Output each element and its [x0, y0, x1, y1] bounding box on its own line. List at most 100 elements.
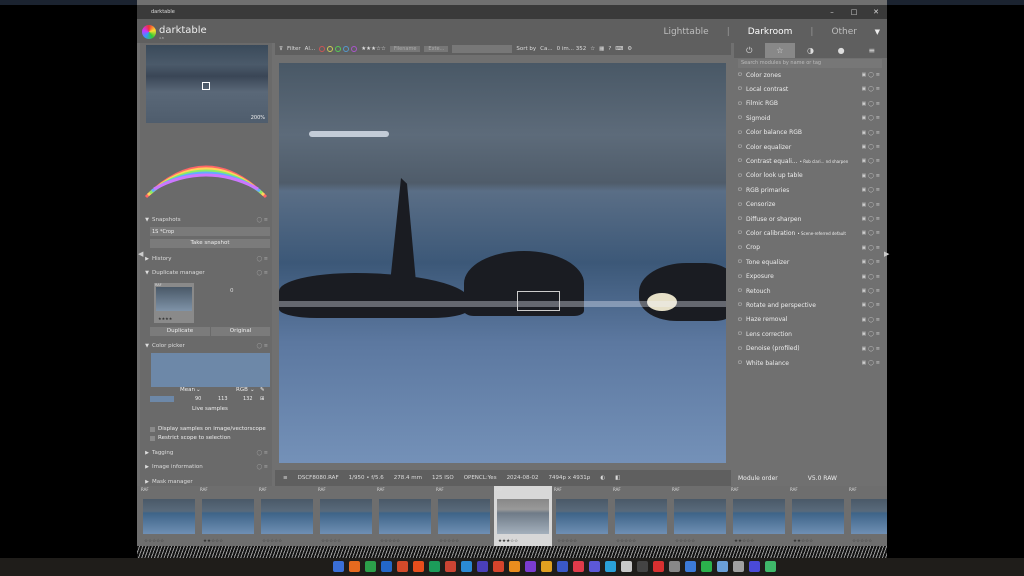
power-icon[interactable]: ⏻ — [738, 101, 746, 107]
softproof-icon[interactable]: ◧ — [615, 475, 620, 481]
taskbar-app-icon[interactable] — [333, 561, 344, 572]
thumbnail-stars[interactable]: ☆☆☆☆☆ — [321, 539, 341, 544]
module-row[interactable]: ⏻ Diffuse or sharpen ▣◯≡ — [738, 213, 884, 225]
module-row[interactable]: ⏻ Color balance RGB ▣◯≡ — [738, 127, 884, 139]
module-actions-icon[interactable]: ▣◯≡ — [861, 302, 882, 308]
thumbnail-stars[interactable]: ☆☆☆☆☆ — [675, 539, 695, 544]
star-icon[interactable]: ☆ — [764, 43, 796, 58]
power-icon[interactable]: ⏻ — [738, 360, 746, 366]
module-row[interactable]: ⏻ Color zones ▣◯≡ — [738, 69, 884, 81]
maximize-button[interactable]: □ — [843, 5, 865, 19]
module-row[interactable]: ⏻ Denoise (profiled) ▣◯≡ — [738, 343, 884, 355]
power-icon[interactable]: ⏻ — [738, 230, 746, 236]
module-actions-icon[interactable]: ▣◯≡ — [861, 187, 882, 193]
taskbar-app-icon[interactable] — [461, 561, 472, 572]
power-icon[interactable]: ⏻ — [738, 187, 746, 193]
color-label-filter[interactable] — [319, 46, 358, 52]
power-icon[interactable]: ⏻ — [734, 43, 765, 58]
module-search-input[interactable]: Search modules by name or tag — [738, 59, 882, 68]
sort-select[interactable]: Ca... — [540, 46, 552, 52]
thumbnail-stars[interactable]: ☆☆☆☆☆ — [557, 539, 577, 544]
module-actions-icon[interactable]: ▣◯≡ — [861, 230, 882, 236]
module-actions-icon[interactable]: ▣◯≡ — [861, 346, 882, 352]
thumbnail-stars[interactable]: ★★☆☆☆ — [203, 539, 223, 544]
reset-icon[interactable]: ◯ ≡ — [257, 450, 268, 456]
power-icon[interactable]: ⏻ — [738, 72, 746, 78]
thumbnail-stars[interactable]: ☆☆☆☆☆ — [439, 539, 459, 544]
menu-icon[interactable]: ≡ — [856, 43, 887, 58]
thumbnail-stars[interactable]: ☆☆☆☆☆ — [380, 539, 400, 544]
module-actions-icon[interactable]: ▣◯≡ — [861, 216, 882, 222]
power-icon[interactable]: ⏻ — [738, 173, 746, 179]
gear-icon[interactable]: ⚙ — [627, 46, 632, 52]
taskbar-app-icon[interactable] — [349, 561, 360, 572]
rating-filter[interactable]: ★★★☆☆ — [361, 46, 386, 52]
grid-icon[interactable]: ▦ — [599, 46, 604, 52]
power-icon[interactable]: ⏻ — [738, 288, 746, 294]
navigation-preview[interactable]: 200% — [146, 45, 268, 123]
module-row[interactable]: ⏻ Contrast equali... • Rob clari... nd sha… — [738, 155, 884, 167]
duplicate-manager-header[interactable]: ▼ Duplicate manager ◯ ≡ — [142, 267, 272, 278]
module-actions-icon[interactable]: ▣◯≡ — [861, 331, 882, 337]
take-snapshot-button[interactable]: Take snapshot — [150, 239, 270, 248]
module-actions-icon[interactable]: ▣◯≡ — [861, 360, 882, 366]
reset-icon[interactable]: ◯ ≡ — [257, 270, 268, 276]
power-icon[interactable]: ⏻ — [738, 202, 746, 208]
power-icon[interactable]: ⏻ — [738, 274, 746, 280]
star-icon[interactable]: ☆ — [590, 46, 595, 52]
color-picker-area-box[interactable] — [517, 291, 560, 311]
taskbar-app-icon[interactable] — [381, 561, 392, 572]
module-row[interactable]: ⏻ Retouch ▣◯≡ — [738, 285, 884, 297]
blue-label-icon[interactable] — [343, 46, 350, 52]
thumbnail-stars[interactable]: ★★☆☆☆ — [793, 539, 813, 544]
thumbnail-stars[interactable]: ☆☆☆☆☆ — [144, 539, 164, 544]
navigation-viewport-box[interactable] — [202, 82, 210, 90]
thumbnail-stars[interactable]: ☆☆☆☆☆ — [852, 539, 872, 544]
picker-mode-select[interactable]: Mean — [180, 387, 195, 393]
power-icon[interactable]: ⏻ — [738, 331, 746, 337]
filmstrip-thumbnail[interactable]: RAF ☆☆☆☆☆ — [140, 486, 198, 546]
view-lighttable[interactable]: Lighttable — [663, 27, 708, 37]
view-darkroom[interactable]: Darkroom — [748, 27, 793, 37]
power-icon[interactable]: ⏻ — [738, 346, 746, 352]
module-actions-icon[interactable]: ▣◯≡ — [861, 317, 882, 323]
taskbar-app-icon[interactable] — [557, 561, 568, 572]
thumbnail-stars[interactable]: ☆☆☆☆☆ — [262, 539, 282, 544]
reset-icon[interactable]: ◯ ≡ — [257, 256, 268, 262]
keyboard-icon[interactable]: ⌨ — [615, 46, 623, 52]
taskbar-app-icon[interactable] — [493, 561, 504, 572]
yellow-label-icon[interactable] — [327, 46, 334, 52]
thumbnail-stars[interactable]: ★★★☆☆ — [498, 539, 518, 544]
taskbar-app-icon[interactable] — [509, 561, 520, 572]
filmstrip-thumbnail[interactable]: RAF ☆☆☆☆☆ — [848, 486, 887, 546]
color-picker-header[interactable]: ▼ Color picker ◯ ≡ — [142, 340, 272, 351]
module-actions-icon[interactable]: ▣◯≡ — [861, 173, 882, 179]
color-wheel-icon[interactable]: ● — [826, 43, 857, 58]
module-actions-icon[interactable]: ▣◯≡ — [861, 288, 882, 294]
picker-colorspace-select[interactable]: RGB — [236, 387, 248, 393]
taskbar-app-icon[interactable] — [397, 561, 408, 572]
taskbar-app-icon[interactable] — [653, 561, 664, 572]
filmstrip-thumbnail[interactable]: RAF ☆☆☆☆☆ — [317, 486, 375, 546]
module-row[interactable]: ⏻ Color look up table ▣◯≡ — [738, 170, 884, 182]
taskbar-app-icon[interactable] — [525, 561, 536, 572]
module-row[interactable]: ⏻ Local contrast ▣◯≡ — [738, 83, 884, 95]
minimize-button[interactable]: – — [821, 5, 843, 19]
help-icon[interactable]: ? — [608, 46, 611, 52]
module-actions-icon[interactable]: ▣◯≡ — [861, 259, 882, 265]
filter-search-input[interactable] — [452, 45, 513, 53]
power-icon[interactable]: ⏻ — [738, 317, 746, 323]
taskbar-app-icon[interactable] — [541, 561, 552, 572]
module-row[interactable]: ⏻ Tone equalizer ▣◯≡ — [738, 256, 884, 268]
taskbar-app-icon[interactable] — [445, 561, 456, 572]
module-row[interactable]: ⏻ Haze removal ▣◯≡ — [738, 314, 884, 326]
collapse-right-panel-icon[interactable]: ▶ — [884, 250, 889, 258]
module-row[interactable]: ⏻ RGB primaries ▣◯≡ — [738, 184, 884, 196]
taskbar-app-icon[interactable] — [669, 561, 680, 572]
filmstrip-thumbnail[interactable]: RAF ☆☆☆☆☆ — [671, 486, 729, 546]
collapse-header-icon[interactable]: ▼ — [875, 28, 880, 36]
duplicate-thumbnail[interactable]: RAF ★★★★ — [154, 283, 194, 323]
taskbar-app-icon[interactable] — [589, 561, 600, 572]
add-sample-icon[interactable]: ⊞ — [260, 396, 265, 402]
module-row[interactable]: ⏻ Color calibration • Scene-referred defau… — [738, 227, 884, 239]
